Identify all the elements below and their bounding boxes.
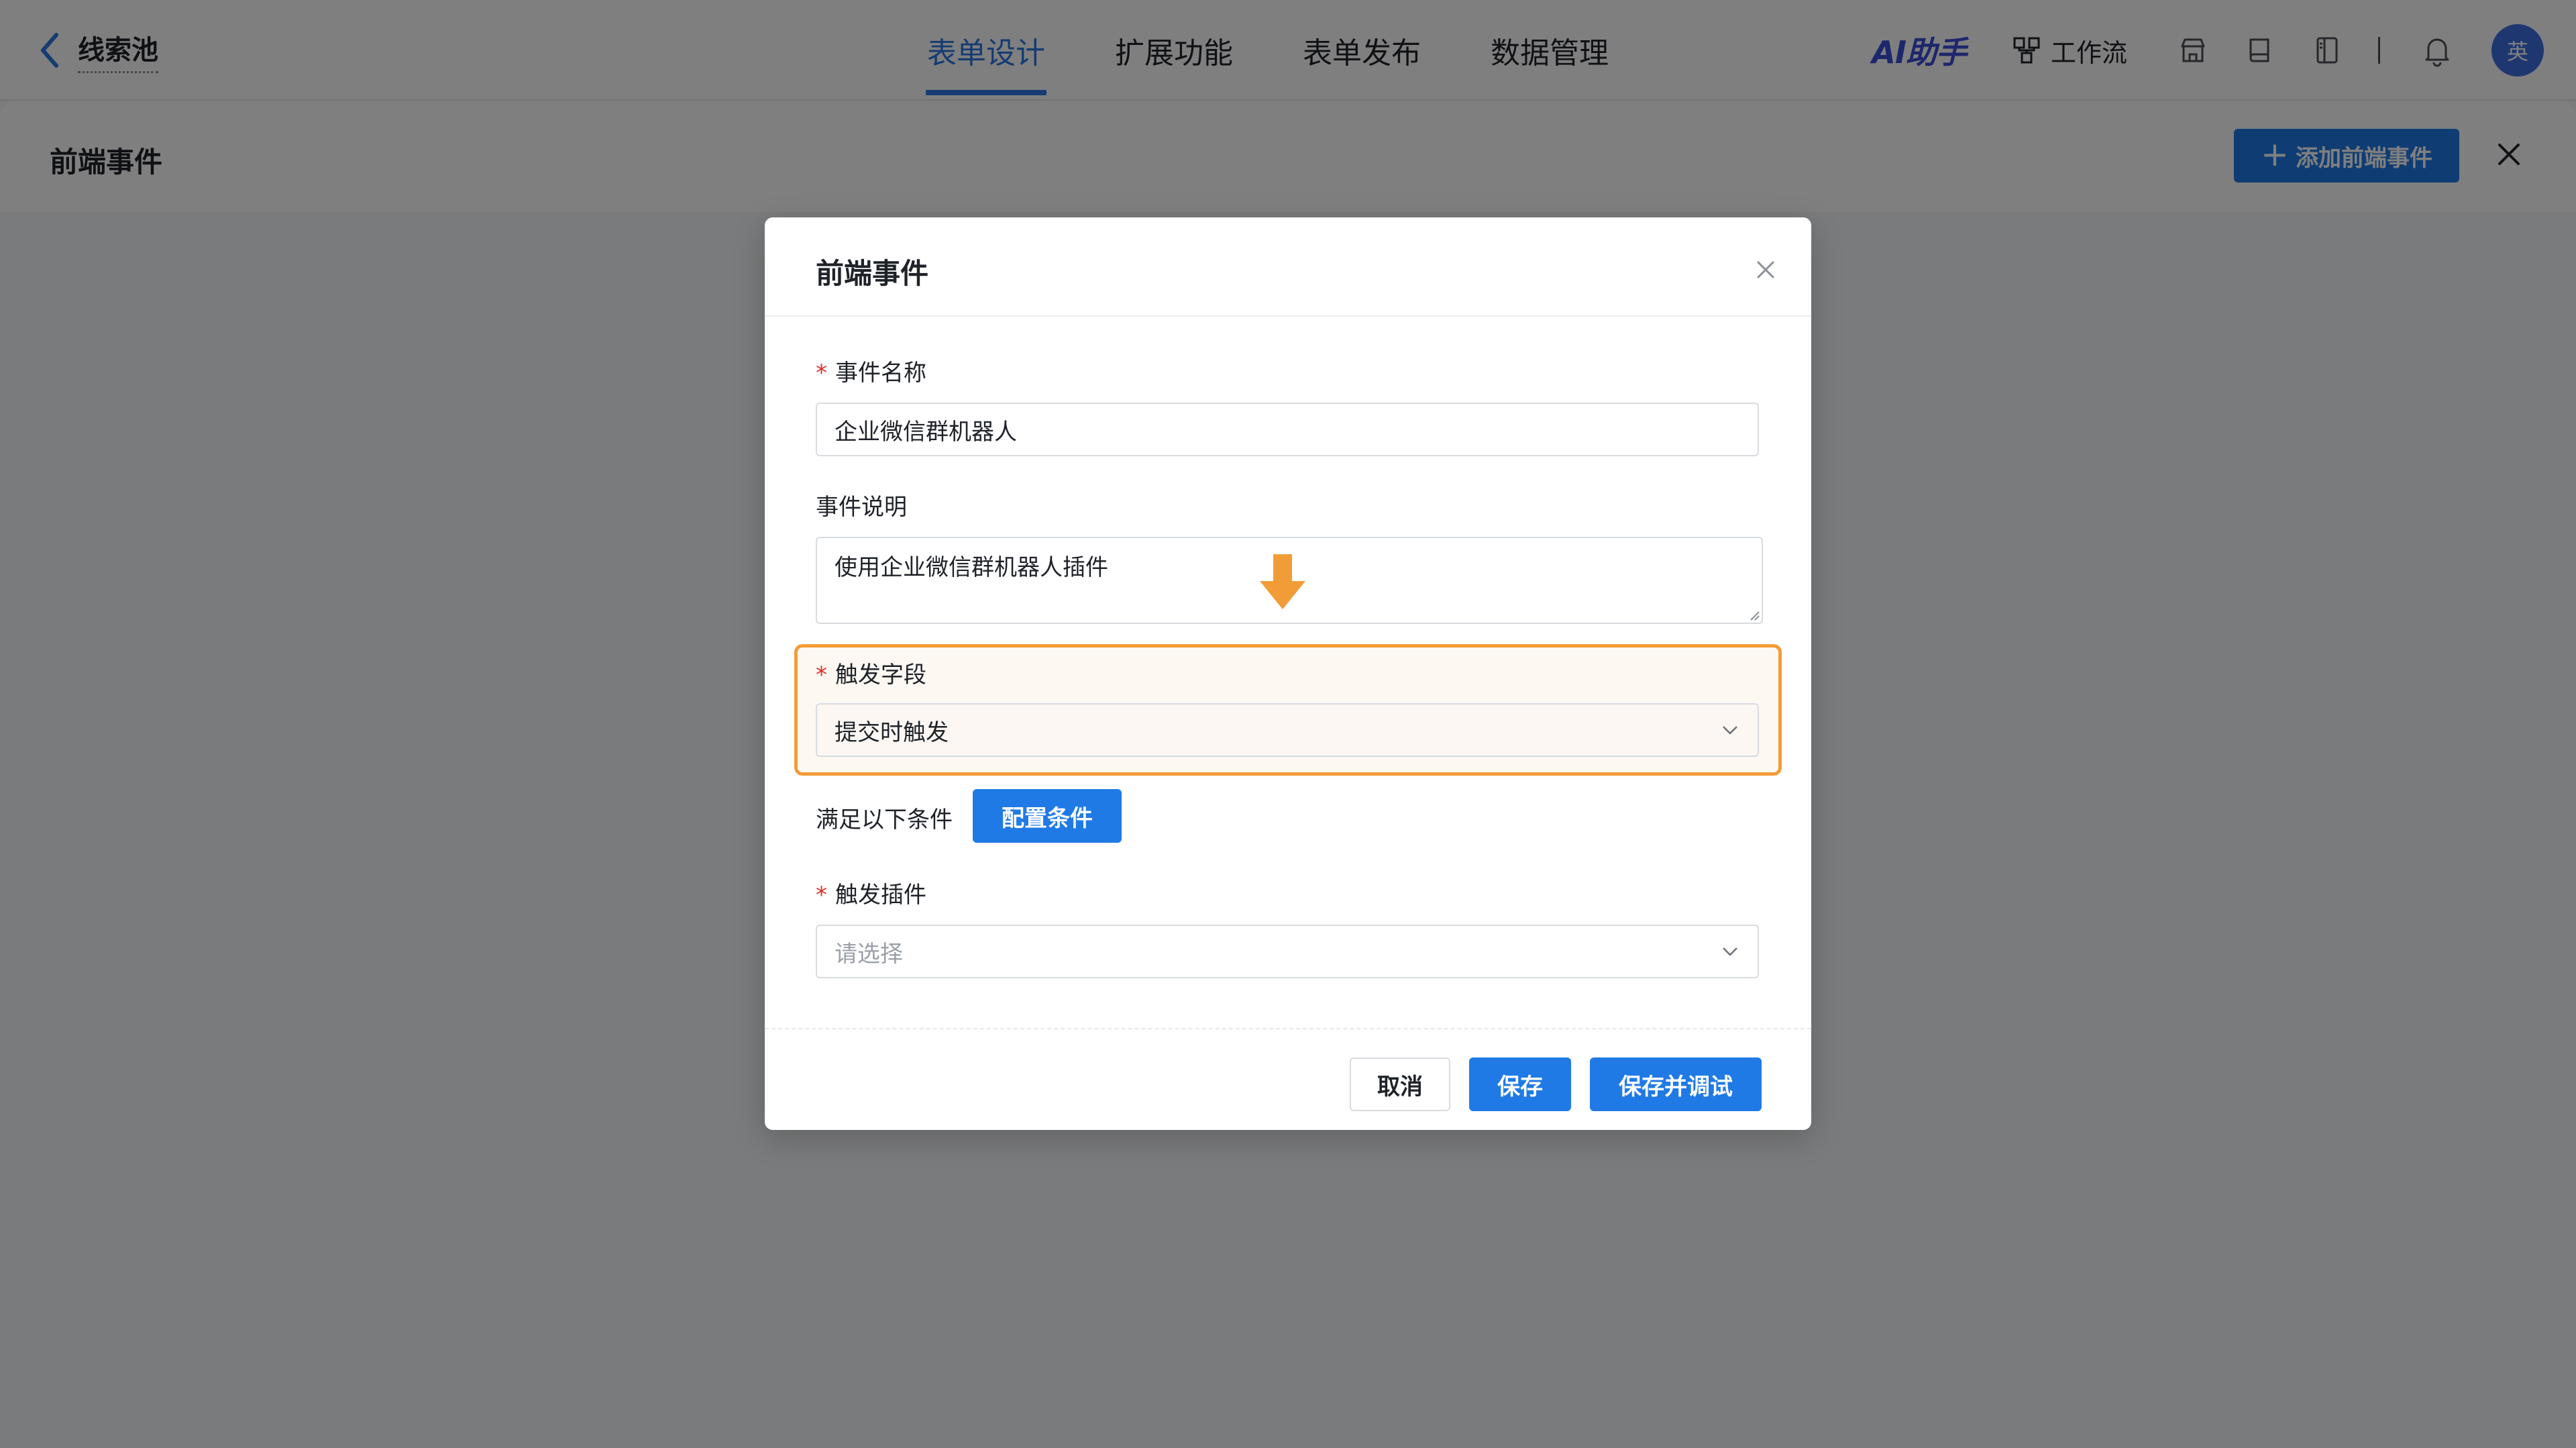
chevron-down-icon xyxy=(1723,947,1737,956)
trigger-field-label: * 触发字段 xyxy=(816,656,926,689)
trigger-plugin-label: * 触发插件 xyxy=(816,876,926,909)
event-name-input[interactable] xyxy=(816,403,1759,456)
chevron-down-icon xyxy=(1723,726,1737,735)
app-root: 线索池 表单设计 扩展功能 表单发布 数据管理 AI助手 工作流 xyxy=(0,0,2576,1448)
trigger-field-select[interactable]: 提交时触发 xyxy=(816,703,1759,757)
save-button[interactable]: 保存 xyxy=(1469,1057,1571,1111)
dialog-title: 前端事件 xyxy=(816,257,929,290)
frontend-event-dialog: 前端事件 *事件名称 事件说明 使用企业微信群机器人插件 *触发字段 提交时触发 xyxy=(765,217,1811,1130)
trigger-plugin-select[interactable]: 请选择 xyxy=(816,925,1759,978)
event-desc-label: 事件说明 xyxy=(816,494,907,521)
arrow-down-icon xyxy=(1260,554,1305,609)
required-mark: * xyxy=(816,662,827,688)
footer-divider xyxy=(765,1028,1811,1029)
required-mark: * xyxy=(816,882,827,909)
condition-label: 满足以下条件 xyxy=(816,807,953,833)
configure-conditions-button[interactable]: 配置条件 xyxy=(973,789,1122,843)
event-name-label-text: 事件名称 xyxy=(835,360,926,386)
save-and-debug-button[interactable]: 保存并调试 xyxy=(1590,1057,1762,1111)
event-name-label: * 事件名称 xyxy=(816,354,926,387)
trigger-field-value: 提交时触发 xyxy=(835,719,949,746)
dialog-header: 前端事件 xyxy=(765,217,1811,317)
trigger-plugin-label-text: 触发插件 xyxy=(835,882,926,909)
cancel-button[interactable]: 取消 xyxy=(1350,1057,1450,1111)
trigger-field-label-text: 触发字段 xyxy=(835,662,926,688)
resize-handle-icon[interactable] xyxy=(1748,609,1760,621)
required-mark: * xyxy=(816,360,827,386)
close-icon[interactable] xyxy=(1755,259,1776,280)
trigger-plugin-placeholder: 请选择 xyxy=(835,940,903,968)
